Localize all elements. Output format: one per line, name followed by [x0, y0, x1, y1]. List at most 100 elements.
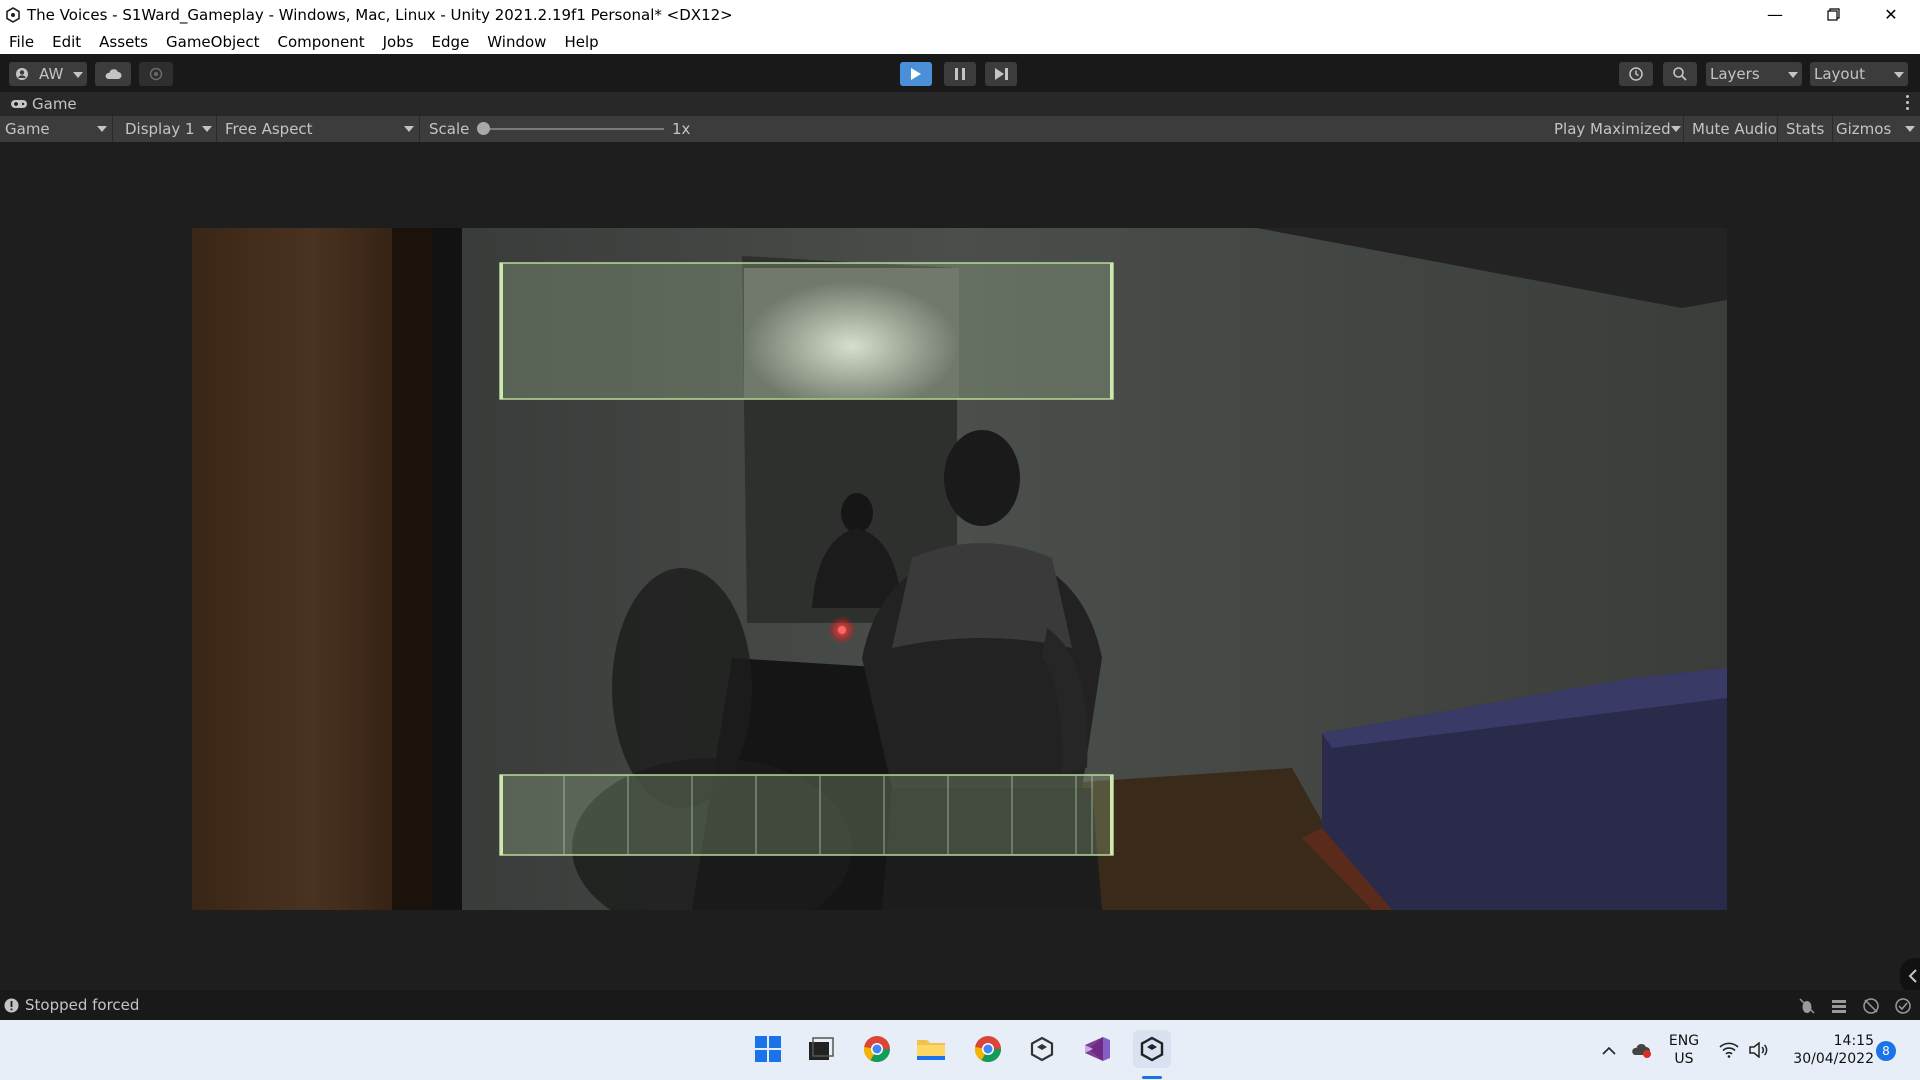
search-icon — [1673, 67, 1687, 81]
notification-badge[interactable]: 8 — [1876, 1041, 1896, 1061]
history-button[interactable] — [1619, 62, 1653, 86]
aspect-dropdown[interactable]: Free Aspect — [219, 116, 420, 142]
taskbar-chrome-2[interactable] — [969, 1030, 1007, 1068]
menu-window[interactable]: Window — [478, 33, 555, 51]
game-render[interactable] — [192, 228, 1727, 910]
taskbar-visual-studio[interactable] — [1078, 1030, 1116, 1068]
clock[interactable]: 14:15 30/04/2022 — [1782, 1020, 1874, 1080]
status-message: Stopped forced — [25, 996, 140, 1014]
pause-button[interactable] — [944, 62, 976, 86]
layers-dropdown[interactable]: Layers — [1706, 62, 1802, 86]
scale-slider-track[interactable] — [482, 128, 664, 130]
hud-top-panel — [499, 262, 1114, 400]
taskbar-unity-editor[interactable] — [1133, 1030, 1171, 1068]
menu-gameobject[interactable]: GameObject — [157, 33, 269, 51]
account-dropdown[interactable]: AW — [9, 62, 87, 86]
step-button[interactable] — [985, 62, 1017, 86]
unity-icon — [1030, 1036, 1054, 1062]
os-taskbar: ENG US 14:15 30/04/2022 8 — [0, 1020, 1920, 1080]
mute-audio-label: Mute Audio — [1692, 120, 1777, 138]
play-button[interactable] — [900, 62, 932, 86]
task-view-icon — [809, 1037, 834, 1060]
collab-button[interactable] — [139, 62, 173, 86]
scale-label: Scale — [429, 120, 470, 138]
chevron-down-icon — [1671, 126, 1681, 132]
minimize-button[interactable]: — — [1746, 0, 1804, 29]
menu-bar: File Edit Assets GameObject Component Jo… — [0, 29, 1920, 54]
chrome-icon — [863, 1036, 891, 1063]
menu-jobs[interactable]: Jobs — [374, 33, 423, 51]
side-collapse-button[interactable] — [1900, 958, 1920, 994]
check-icon[interactable] — [1894, 997, 1912, 1015]
language-indicator[interactable]: ENG US — [1664, 1020, 1704, 1080]
tab-game[interactable]: Game — [10, 95, 77, 113]
layout-dropdown[interactable]: Layout — [1810, 62, 1908, 86]
panel-menu-icon[interactable] — [1906, 95, 1910, 110]
mute-audio-toggle[interactable]: Mute Audio — [1686, 116, 1778, 142]
scene-image — [192, 228, 1727, 910]
scale-slider-handle[interactable] — [477, 122, 490, 135]
play-maximized-dropdown[interactable]: Play Maximized — [1548, 116, 1684, 142]
start-button[interactable] — [749, 1030, 787, 1068]
status-icons — [1798, 997, 1912, 1015]
scale-value: 1x — [672, 120, 691, 138]
close-button[interactable]: ✕ — [1862, 0, 1920, 29]
menu-help[interactable]: Help — [555, 33, 607, 51]
search-button[interactable] — [1663, 62, 1697, 86]
menu-component[interactable]: Component — [269, 33, 374, 51]
window-title: The Voices - S1Ward_Gameplay - Windows, … — [27, 5, 733, 24]
chevron-down-icon — [73, 72, 83, 78]
play-icon — [911, 68, 921, 80]
game-view-controls: Game Display 1 Free Aspect Scale 1x Play… — [0, 116, 1920, 142]
scale-control: Scale 1x — [422, 116, 692, 142]
menu-edge[interactable]: Edge — [423, 33, 479, 51]
active-indicator — [1142, 1076, 1162, 1079]
taskbar-unity-hub[interactable] — [1023, 1030, 1061, 1068]
layout-label: Layout — [1814, 65, 1865, 83]
cloud-button[interactable] — [95, 62, 131, 86]
account-label: AW — [39, 65, 64, 83]
cloud-error-icon — [1632, 1043, 1651, 1058]
taskbar-file-explorer[interactable] — [912, 1030, 950, 1068]
clock-time: 14:15 — [1833, 1033, 1874, 1049]
chevron-down-icon — [1894, 72, 1904, 78]
volume-status[interactable] — [1746, 1020, 1770, 1080]
display-dropdown[interactable]: Display 1 — [119, 116, 217, 142]
unity-icon — [6, 6, 20, 23]
stack-icon[interactable] — [1830, 997, 1848, 1015]
lang-bottom: US — [1674, 1051, 1694, 1067]
taskbar-chrome-1[interactable] — [858, 1030, 896, 1068]
tab-game-label: Game — [32, 95, 77, 113]
lang-top: ENG — [1668, 1033, 1700, 1049]
account-icon — [16, 68, 28, 80]
folder-icon — [917, 1040, 945, 1060]
step-icon — [994, 68, 1008, 80]
bug-icon[interactable] — [1798, 997, 1816, 1015]
info-icon — [4, 998, 19, 1012]
tray-onedrive[interactable] — [1626, 1020, 1656, 1080]
status-bar: Stopped forced — [0, 990, 1920, 1020]
chevron-down-icon — [202, 126, 212, 132]
chevron-left-icon — [1908, 969, 1917, 983]
view-mode-label: Game — [5, 120, 50, 138]
chevron-down-icon — [1788, 72, 1798, 78]
network-icon[interactable] — [1862, 997, 1880, 1015]
menu-assets[interactable]: Assets — [90, 33, 157, 51]
chrome-icon — [974, 1036, 1002, 1063]
pause-icon — [955, 68, 965, 80]
chevron-down-icon — [1905, 126, 1915, 132]
windows-icon — [755, 1036, 781, 1062]
history-icon — [1629, 67, 1643, 81]
unity-icon — [1140, 1036, 1164, 1062]
hud-bottom-panel — [499, 774, 1114, 856]
view-mode-dropdown[interactable]: Game — [0, 116, 113, 142]
tray-overflow-button[interactable] — [1598, 1020, 1620, 1080]
task-view-button[interactable] — [802, 1030, 840, 1068]
stats-toggle[interactable]: Stats — [1780, 116, 1833, 142]
menu-edit[interactable]: Edit — [43, 33, 90, 51]
restore-button[interactable] — [1804, 0, 1862, 29]
wifi-status[interactable] — [1718, 1020, 1740, 1080]
menu-file[interactable]: File — [0, 33, 43, 51]
title-bar: The Voices - S1Ward_Gameplay - Windows, … — [0, 0, 1920, 29]
gizmos-dropdown[interactable]: Gizmos — [1835, 116, 1920, 142]
